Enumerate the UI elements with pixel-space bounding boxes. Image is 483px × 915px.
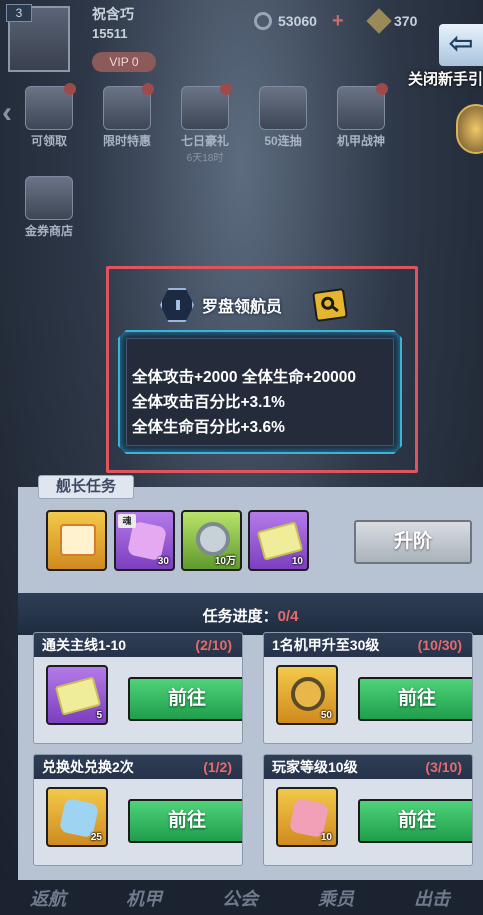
add-coin-button[interactable]: + — [332, 10, 344, 33]
menu-limited-offer[interactable]: 限时特惠 — [92, 83, 162, 164]
card-title-row: ll 罗盘领航员 — [160, 288, 282, 322]
go-button[interactable]: 前往 — [358, 799, 472, 843]
menu-50-draw[interactable]: 50连抽 — [248, 86, 318, 164]
task-progress: (3/10) — [425, 759, 462, 775]
chevron-left-icon[interactable]: ‹ — [2, 96, 12, 130]
stat-card: 全体攻击+2000 全体生命+20000 全体攻击百分比+3.1% 全体生命百分… — [118, 330, 402, 454]
gift-icon — [60, 524, 96, 556]
player-level: 3 — [6, 4, 32, 22]
upgrade-button[interactable]: 升阶 — [354, 520, 472, 564]
task-reward-qty: 5 — [96, 710, 102, 721]
mecha-icon — [337, 83, 388, 130]
magnifier-icon — [321, 296, 339, 313]
task-progress: (1/2) — [203, 759, 232, 775]
go-button[interactable]: 前往 — [358, 677, 472, 721]
captain-task-tab: 舰长任务 — [38, 475, 134, 499]
task-reward-qty: 25 — [90, 832, 102, 843]
go-button[interactable]: 前往 — [128, 677, 242, 721]
coin-icon — [254, 12, 272, 30]
reward-puzzle[interactable]: 魂 30 — [114, 510, 175, 571]
card-title: 罗盘领航员 — [202, 299, 283, 316]
task-card-3: 兑换处兑换2次 (1/2) 25 前往 — [33, 754, 243, 866]
shop-icon — [25, 176, 73, 220]
player-name: 祝含巧 — [92, 6, 134, 22]
reward-tag: 魂 — [118, 514, 136, 528]
offer-icon — [103, 83, 154, 130]
stat-line-2: 全体攻击百分比+3.1% — [132, 394, 285, 411]
magnifier-button[interactable] — [312, 287, 348, 323]
task-card-1: 通关主线1-10 (2/10) 5 前往 — [33, 632, 243, 744]
task-reward-qty: 50 — [320, 710, 332, 721]
calendar-icon — [181, 83, 232, 130]
bottom-nav: 返航 机甲 公会 乘员 出击 — [0, 880, 483, 915]
nav-attack[interactable]: 出击 — [384, 885, 480, 911]
draw-icon — [259, 86, 307, 130]
task-card-2: 1名机甲升至30级 (10/30) 50 前往 — [263, 632, 473, 744]
menu-seven-day[interactable]: 七日豪礼 6天18时 — [170, 83, 240, 164]
progress-current: 0 — [277, 608, 286, 625]
task-reward-coin[interactable]: 50 — [276, 665, 338, 725]
gem-icon — [366, 8, 392, 34]
rank-hexagon-icon: ll — [160, 288, 194, 322]
reward-qty: 10 — [291, 556, 303, 567]
close-guide-button[interactable]: ⇦ 关闭新手引 — [394, 24, 483, 94]
task-reward-ticket[interactable]: 5 — [46, 665, 108, 725]
task-progress: (10/30) — [417, 637, 462, 653]
ticket-icon — [54, 676, 102, 716]
task-reward-puzzle[interactable]: 10 — [276, 787, 338, 847]
task-card-4: 玩家等级10级 (3/10) 10 前往 — [263, 754, 473, 866]
task-name: 兑换处兑换2次 — [42, 759, 134, 775]
reward-qty: 30 — [157, 556, 169, 567]
activity-menu-row-1: 可领取 限时特惠 七日豪礼 6天18时 50连抽 机甲战神 — [14, 83, 454, 164]
nav-mecha[interactable]: 机甲 — [96, 885, 192, 911]
event-badge-icon[interactable] — [456, 104, 483, 154]
silver-coin-icon — [196, 522, 230, 556]
coin-count: 53060 — [278, 13, 317, 29]
reward-coin[interactable]: 10万 — [181, 510, 242, 571]
vip-badge[interactable]: VIP 0 — [92, 52, 156, 72]
task-progress: (2/10) — [195, 637, 232, 653]
gift-box-icon — [25, 83, 76, 130]
stat-line-3: 全体生命百分比+3.6% — [132, 419, 285, 436]
ticket-icon — [256, 521, 304, 561]
gold-coin-icon — [291, 677, 325, 711]
task-reward-qty: 10 — [320, 832, 332, 843]
nav-guild[interactable]: 公会 — [192, 885, 288, 911]
menu-claimable[interactable]: 可领取 — [14, 83, 84, 164]
menu-countdown: 6天18时 — [186, 153, 224, 164]
task-name: 玩家等级10级 — [272, 759, 358, 775]
task-name: 通关主线1-10 — [42, 637, 127, 653]
progress-label: 任务进度： — [202, 608, 278, 625]
activity-menu-row-2: 金券商店 — [14, 176, 454, 239]
nav-crew[interactable]: 乘员 — [288, 885, 384, 911]
task-progress-bar: 任务进度：0/4 — [18, 593, 483, 635]
nav-return[interactable]: 返航 — [0, 885, 96, 911]
back-arrow-icon: ⇦ — [439, 24, 483, 66]
go-button[interactable]: 前往 — [128, 799, 242, 843]
combat-power: 15511 — [92, 26, 128, 41]
menu-gold-shop[interactable]: 金券商店 — [14, 176, 84, 239]
reward-ticket[interactable]: 10 — [248, 510, 309, 571]
reward-qty: 10万 — [214, 556, 236, 567]
task-name: 1名机甲升至30级 — [272, 637, 380, 653]
progress-total: /4 — [285, 608, 299, 625]
reward-gift[interactable] — [46, 510, 107, 571]
stat-line-1: 全体攻击+2000 全体生命+20000 — [132, 369, 356, 386]
task-reward-puzzle[interactable]: 25 — [46, 787, 108, 847]
menu-mecha-god[interactable]: 机甲战神 — [326, 83, 396, 164]
